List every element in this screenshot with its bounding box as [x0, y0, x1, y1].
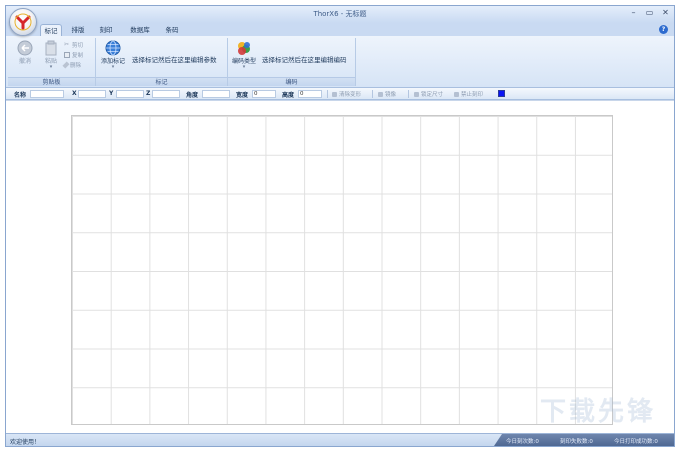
separator — [372, 90, 373, 98]
separator — [408, 90, 409, 98]
scissors-icon: ✂ — [64, 41, 70, 48]
encoding-type-icon — [238, 42, 250, 55]
name-field[interactable] — [30, 90, 64, 98]
y-field[interactable] — [116, 90, 144, 98]
app-window: ThorX6 - 无标题 – ▭ ✕ 标记 排版 刻印 数据库 条码 ? 撤消 … — [5, 5, 675, 447]
encoding-group-label: 编码 — [228, 77, 355, 86]
add-mark-dropdown-icon: ▾ — [111, 64, 115, 70]
width-field[interactable]: 0 — [252, 90, 276, 98]
encoding-type-dropdown-icon: ▾ — [242, 64, 246, 70]
x-label: X — [72, 90, 77, 97]
status-bar: 欢迎使用！ 今日刻次数:0 刻印失败数:0 今日打印成功数:0 — [6, 433, 674, 446]
height-field[interactable]: 0 — [298, 90, 322, 98]
ribbon-tabs: 标记 排版 刻印 数据库 条码 ? — [6, 23, 674, 37]
angle-field[interactable] — [202, 90, 230, 98]
status-panes: 今日刻次数:0 刻印失败数:0 今日打印成功数:0 — [494, 434, 674, 446]
mirror-icon — [378, 91, 383, 97]
marking-hint: 选择标记然后在这里编辑参数 — [132, 56, 217, 64]
paste-icon — [45, 40, 57, 56]
name-label: 名称 — [14, 92, 27, 99]
window-title: ThorX6 - 无标题 — [313, 10, 367, 18]
minimize-button[interactable]: – — [629, 8, 638, 18]
paste-dropdown-icon: ▾ — [49, 64, 53, 70]
angle-label: 角度 — [186, 92, 199, 99]
copy-button[interactable]: 复制 — [64, 51, 83, 59]
lock-size-label: 锁定尺寸 — [421, 92, 444, 98]
clear-transform-button[interactable]: 清除变形 — [332, 90, 361, 98]
encoding-group: 编码类型 ▾ 选择标记然后在这里编辑编码 编码 — [228, 38, 356, 86]
separator — [327, 90, 328, 98]
encoding-hint: 选择标记然后在这里编辑编码 — [262, 56, 347, 64]
close-button[interactable]: ✕ — [661, 8, 670, 18]
delete-label: 删除 — [70, 63, 82, 69]
cut-button[interactable]: ✂ 剪切 — [64, 41, 84, 50]
property-bar: 名称 X Y Z 角度 宽度 0 高度 0 清除变形 镜像 锁定尺寸 禁止刻印 — [6, 88, 674, 100]
clipboard-group: 撤消 粘贴 ▾ ✂ 剪切 复制 删除 剪贴板 — [8, 38, 96, 86]
window-controls: – ▭ ✕ — [629, 8, 670, 18]
printer-icon — [454, 91, 459, 97]
z-field[interactable] — [152, 90, 180, 98]
copy-label: 复制 — [72, 53, 84, 59]
eraser-icon — [62, 61, 70, 69]
marking-group-label: 标记 — [96, 77, 227, 86]
width-label: 宽度 — [236, 92, 249, 99]
title-bar: ThorX6 - 无标题 – ▭ ✕ — [6, 6, 674, 23]
status-success-count: 今日打印成功数:0 — [614, 439, 658, 445]
status-message: 欢迎使用！ — [10, 439, 41, 446]
color-swatch[interactable] — [498, 90, 505, 97]
disable-print-button[interactable]: 禁止刻印 — [454, 90, 483, 98]
z-label: Z — [146, 90, 151, 97]
paste-button[interactable]: 粘贴 ▾ — [38, 40, 64, 70]
app-menu-button[interactable] — [9, 8, 37, 36]
globe-add-icon — [105, 40, 121, 56]
delete-button[interactable]: 删除 — [62, 61, 82, 69]
disable-print-label: 禁止刻印 — [461, 92, 484, 98]
undo-icon — [17, 40, 33, 56]
clipboard-group-label: 剪贴板 — [8, 77, 95, 86]
undo-button[interactable]: 撤消 — [12, 40, 38, 65]
encoding-type-button[interactable]: 编码类型 ▾ — [230, 40, 258, 70]
help-icon[interactable]: ? — [659, 25, 668, 34]
canvas-area[interactable] — [6, 100, 674, 435]
y-label: Y — [109, 90, 114, 97]
maximize-button[interactable]: ▭ — [645, 8, 654, 18]
cut-label: 剪切 — [72, 43, 84, 49]
x-field[interactable] — [78, 90, 106, 98]
height-label: 高度 — [282, 92, 295, 99]
lock-size-button[interactable]: 锁定尺寸 — [414, 90, 443, 98]
lock-icon — [414, 91, 419, 97]
mirror-label: 镜像 — [385, 92, 397, 98]
clear-transform-icon — [332, 91, 337, 97]
design-grid[interactable] — [71, 115, 613, 425]
ribbon: 撤消 粘贴 ▾ ✂ 剪切 复制 删除 剪贴板 添加标记 ▾ 选择标记然后在这里编… — [6, 36, 674, 88]
watermark: 下载先锋 — [539, 397, 656, 427]
mirror-button[interactable]: 镜像 — [378, 90, 396, 98]
app-logo-icon — [14, 13, 32, 31]
marking-group: 添加标记 ▾ 选择标记然后在这里编辑参数 标记 — [96, 38, 228, 86]
copy-icon — [64, 52, 70, 58]
status-today-count: 今日刻次数:0 — [506, 439, 539, 445]
undo-label: 撤消 — [18, 58, 31, 65]
clear-transform-label: 清除变形 — [339, 92, 362, 98]
add-mark-button[interactable]: 添加标记 ▾ — [98, 40, 128, 70]
status-fail-count: 刻印失败数:0 — [560, 439, 593, 445]
